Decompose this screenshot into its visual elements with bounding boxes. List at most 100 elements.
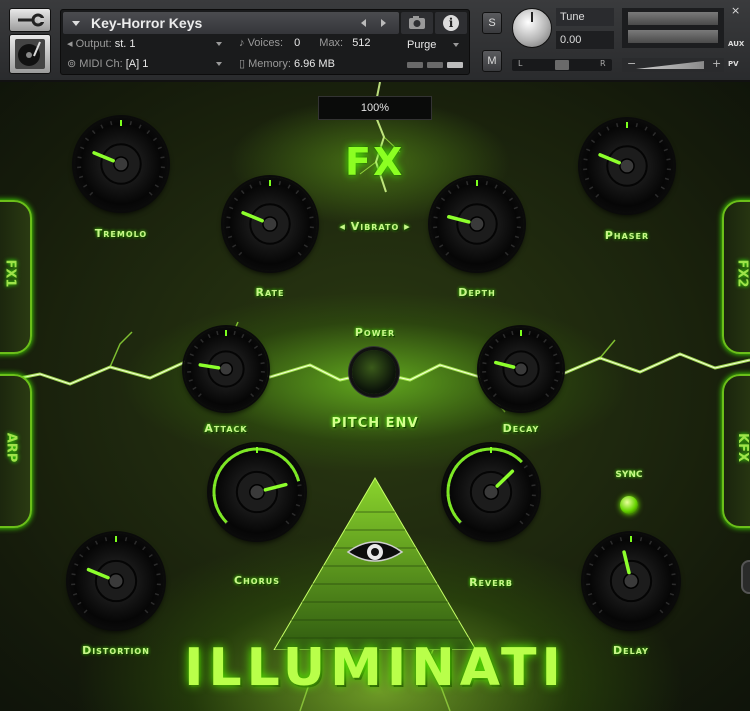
- fx-title: FX: [345, 140, 405, 184]
- tab-fx1[interactable]: FX1: [0, 200, 32, 354]
- close-icon[interactable]: ×: [731, 4, 740, 17]
- instrument-info-panel: Key-Horror Keys i ◂ Output: st. 1 ⊚ MIDI…: [60, 9, 470, 75]
- knob-graphic: [586, 536, 676, 614]
- max-voices-value[interactable]: 512: [352, 37, 370, 49]
- knob-label-phaser: Phaser: [604, 229, 650, 242]
- pan-slider-handle[interactable]: [555, 60, 569, 70]
- knob-label-depth: Depth: [458, 286, 496, 299]
- knob-graphic: [446, 447, 536, 525]
- prev-instrument-icon[interactable]: [361, 19, 366, 27]
- midi-icon: ⊚: [67, 58, 77, 70]
- mute-button[interactable]: M: [482, 50, 502, 72]
- pan-slider[interactable]: L R: [512, 59, 612, 71]
- instrument-icon-button[interactable]: [9, 34, 51, 74]
- wrench-button[interactable]: [9, 8, 51, 32]
- knob-label-rate: Rate: [255, 286, 285, 299]
- next-instrument-icon[interactable]: [381, 19, 386, 27]
- output-row[interactable]: ◂ Output: st. 1: [67, 37, 136, 50]
- knob-distortion[interactable]: [68, 533, 164, 629]
- tune-knob[interactable]: [512, 8, 552, 48]
- knob-label-decay: Decay: [502, 422, 540, 435]
- knob-label-delay: Delay: [613, 644, 649, 657]
- scroll-handle[interactable]: [741, 560, 750, 594]
- tune-value[interactable]: 0.00: [556, 31, 614, 49]
- chevron-down-icon[interactable]: [72, 21, 80, 26]
- knob-depth[interactable]: [430, 177, 524, 271]
- knob-graphic: [482, 330, 560, 398]
- knob-label-tremolo: Tremolo: [94, 227, 148, 240]
- midi-channel-row[interactable]: ⊚ MIDI Ch: [A] 1: [67, 57, 148, 70]
- voices-value: 0: [294, 37, 301, 49]
- knob-reverb[interactable]: [443, 444, 539, 540]
- level-meter-right: [628, 30, 718, 43]
- instrument-name-bar[interactable]: Key-Horror Keys: [63, 12, 399, 34]
- info-button[interactable]: i: [435, 12, 467, 34]
- knob-graphic: [187, 330, 265, 398]
- purge-dropdown-icon[interactable]: [453, 43, 459, 47]
- knob-delay[interactable]: [583, 533, 679, 629]
- power-button[interactable]: [352, 350, 396, 394]
- volume-fill: [636, 61, 704, 69]
- tune-label: Tune: [556, 8, 614, 26]
- knob-chorus[interactable]: [209, 444, 305, 540]
- turntable-icon: [15, 39, 45, 69]
- pitch-env-label: PITCH ENV: [331, 416, 419, 431]
- pan-right-label: R: [600, 59, 606, 68]
- wrench-icon: [18, 13, 44, 27]
- info-icon: i: [443, 15, 459, 31]
- output-dropdown-icon[interactable]: [216, 42, 222, 46]
- output-icon: ◂: [67, 38, 73, 50]
- brand-logo: ILLUMINATI: [184, 638, 566, 698]
- knob-tremolo[interactable]: [74, 117, 168, 211]
- midi-channel-value: [A] 1: [125, 58, 149, 70]
- kontakt-instrument-window: Key-Horror Keys i ◂ Output: st. 1 ⊚ MIDI…: [0, 0, 750, 711]
- pan-left-label: L: [518, 59, 523, 68]
- knob-decay[interactable]: [479, 327, 563, 411]
- instrument-header: Key-Horror Keys i ◂ Output: st. 1 ⊚ MIDI…: [0, 0, 750, 82]
- knob-label-chorus: Chorus: [234, 574, 280, 587]
- purge-meter-segment: [427, 62, 443, 68]
- knob-label-attack: Attack: [204, 422, 248, 435]
- knob-graphic: [212, 447, 302, 525]
- midi-dropdown-icon[interactable]: [216, 62, 222, 66]
- knob-label-reverb: Reverb: [469, 576, 513, 589]
- camera-icon: [409, 16, 425, 29]
- knob-attack[interactable]: [184, 327, 268, 411]
- aux-button[interactable]: AUX: [728, 40, 744, 48]
- snapshot-button[interactable]: [401, 12, 433, 34]
- purge-meter-segment: [407, 62, 423, 68]
- volume-slider[interactable]: − +: [622, 57, 724, 72]
- fx-panel: 100% FX ◂ Vibrato ▸ Power PITCH ENV SYNC…: [0, 82, 750, 711]
- memory-value: 6.96 MB: [293, 58, 335, 70]
- instrument-name: Key-Horror Keys: [91, 15, 203, 31]
- knob-label-distortion: Distortion: [82, 644, 150, 657]
- tab-fx2[interactable]: FX2: [722, 200, 750, 354]
- tab-arp[interactable]: ARP: [0, 374, 32, 528]
- solo-button[interactable]: S: [482, 12, 502, 34]
- volume-up-icon[interactable]: +: [712, 57, 721, 70]
- memory-row: ▯ Memory: 6.96 MB: [239, 58, 335, 70]
- volume-down-icon[interactable]: −: [627, 57, 636, 70]
- knob-graphic: [433, 180, 521, 256]
- memory-icon: ▯: [239, 58, 246, 70]
- purge-meter-segment: [447, 62, 463, 68]
- knob-graphic: [583, 122, 671, 198]
- purge-dropdown[interactable]: Purge: [407, 39, 436, 51]
- vibrato-selector[interactable]: ◂ Vibrato ▸: [322, 220, 428, 233]
- knob-graphic: [77, 120, 165, 196]
- tab-kfx[interactable]: KFX: [722, 374, 750, 528]
- voices-row: ♪ Voices: 0 Max: 512: [239, 37, 371, 49]
- output-value: st. 1: [114, 38, 136, 50]
- knob-phaser[interactable]: [580, 119, 674, 213]
- voices-icon: ♪: [239, 37, 245, 49]
- sync-label: SYNC: [615, 470, 643, 480]
- pv-button[interactable]: PV: [728, 60, 739, 68]
- level-meter-left: [628, 12, 718, 25]
- power-label: Power: [354, 326, 396, 339]
- knob-graphic: [226, 180, 314, 256]
- knob-graphic: [71, 536, 161, 614]
- sync-toggle[interactable]: [620, 496, 638, 514]
- level-meter: [622, 8, 724, 48]
- knob-rate[interactable]: [223, 177, 317, 271]
- zoom-display[interactable]: 100%: [318, 96, 432, 120]
